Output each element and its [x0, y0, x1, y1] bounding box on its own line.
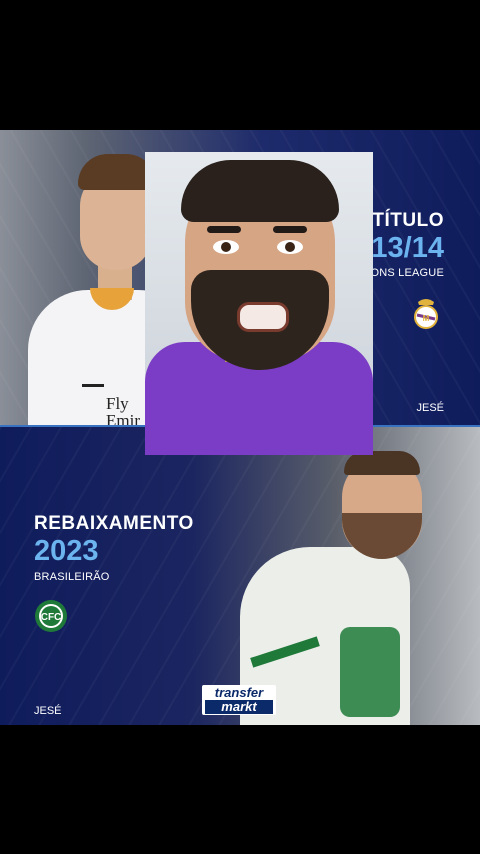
adidas-logo [82, 370, 104, 387]
logo-line-1: transfer [214, 685, 264, 700]
comparison-card: Fly Emir TÍTULO 2013/14 CHAMPIONS LEAGUE… [0, 130, 480, 725]
coritiba-crest-icon: CFC [35, 600, 67, 632]
relegation-year: 2023 [34, 535, 99, 567]
relegation-label: REBAIXAMENTO [34, 513, 194, 534]
relegation-competition: BRASILEIRÃO [34, 571, 110, 583]
relegation-info: REBAIXAMENTO 2023 BRASILEIRÃO [34, 513, 194, 583]
facecam-overlay [145, 152, 373, 455]
player-name-top: JESÉ [416, 402, 444, 414]
real-madrid-crest-icon: M [414, 299, 438, 329]
relegation-panel: REBAIXAMENTO 2023 BRASILEIRÃO CFC JESÉ [0, 427, 480, 725]
svg-text:M: M [423, 314, 430, 323]
shirt-sponsor-text: Fly Emir [106, 394, 140, 426]
logo-line-2: markt [205, 700, 273, 714]
coritiba-crest-text: CFC [41, 612, 62, 623]
player-photo-coritiba [230, 447, 480, 725]
player-name-bottom: JESÉ [34, 705, 62, 717]
transfermarkt-logo: transfer markt [202, 685, 276, 715]
